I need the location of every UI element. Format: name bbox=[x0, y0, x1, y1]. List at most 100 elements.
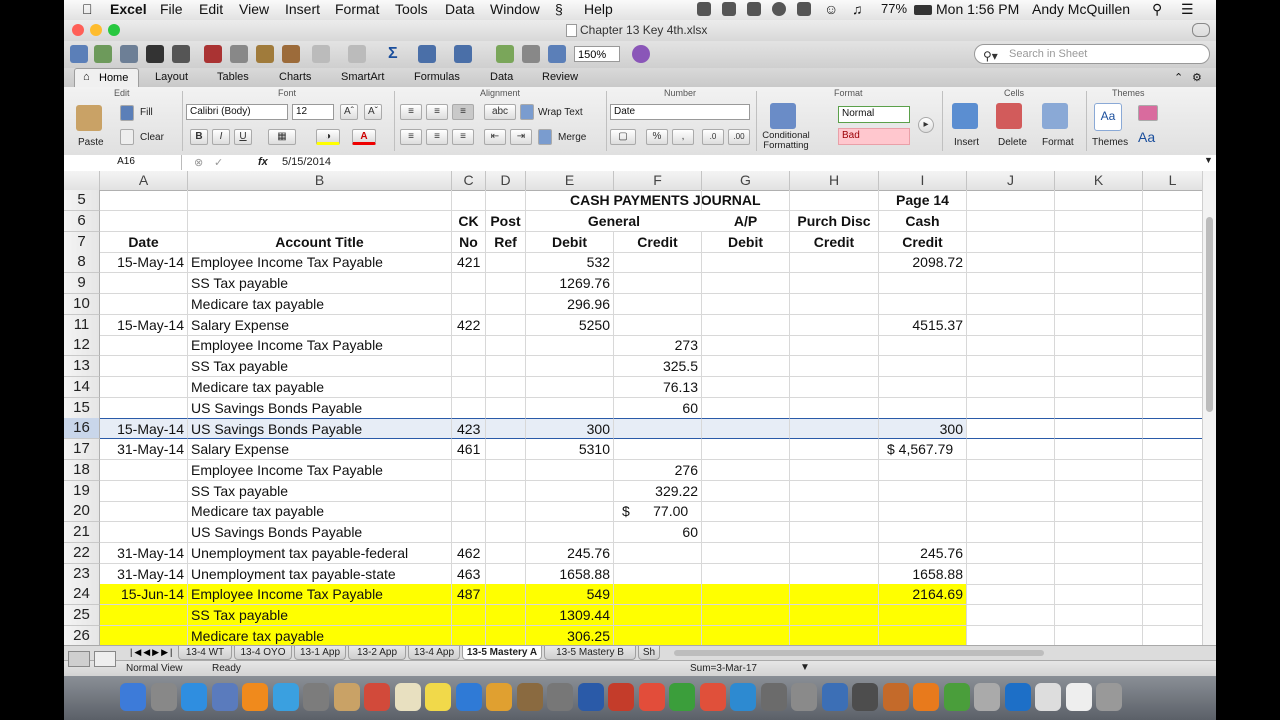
cell-B19[interactable]: SS Tax payable bbox=[188, 480, 452, 502]
undo-icon[interactable] bbox=[312, 45, 330, 63]
close-window-button[interactable] bbox=[72, 24, 84, 36]
cell-E12[interactable] bbox=[526, 335, 614, 357]
menu-view[interactable]: View bbox=[239, 1, 269, 17]
row-header[interactable]: 8 bbox=[64, 252, 100, 274]
insert-cells-icon[interactable] bbox=[952, 103, 978, 129]
styles-more-button[interactable]: ▸ bbox=[918, 117, 934, 133]
cell-B5[interactable] bbox=[188, 190, 452, 211]
cell-L6[interactable] bbox=[1143, 210, 1203, 232]
cell-D20[interactable] bbox=[486, 501, 526, 523]
row-header[interactable]: 24 bbox=[64, 584, 100, 606]
cell-J20[interactable] bbox=[967, 501, 1055, 523]
sheet-tab[interactable]: 13-4 WT bbox=[178, 646, 232, 660]
screenshot-icon[interactable] bbox=[821, 683, 848, 711]
formula-input[interactable]: 5/15/2014 bbox=[282, 156, 331, 168]
cell-J14[interactable] bbox=[967, 376, 1055, 398]
cell-C8[interactable]: 421 bbox=[452, 252, 486, 274]
cell-D22[interactable] bbox=[486, 542, 526, 564]
align-top-button[interactable]: ≡ bbox=[400, 104, 422, 120]
app-menu[interactable]: Excel bbox=[110, 1, 147, 17]
cell-B22[interactable]: Unemployment tax payable-federal bbox=[188, 542, 452, 564]
battery-icon[interactable] bbox=[914, 5, 932, 15]
cell-E19[interactable] bbox=[526, 480, 614, 502]
cell-E11[interactable]: 5250 bbox=[526, 314, 614, 336]
column-header[interactable]: C bbox=[452, 171, 486, 190]
cell-F5[interactable] bbox=[614, 190, 702, 211]
new-workbook-icon[interactable] bbox=[70, 45, 88, 63]
cell-F23[interactable] bbox=[614, 563, 702, 585]
sheet-tab[interactable]: 13-5 Mastery B bbox=[544, 646, 636, 660]
cell-B15[interactable]: US Savings Bonds Payable bbox=[188, 397, 452, 419]
cell-B9[interactable]: SS Tax payable bbox=[188, 273, 452, 294]
menu-file[interactable]: File bbox=[160, 1, 183, 17]
cell-F17[interactable] bbox=[614, 439, 702, 460]
number-format-icon[interactable]: ▢ bbox=[610, 129, 636, 145]
user-name[interactable]: Andy McQuillen bbox=[1032, 1, 1130, 17]
insert-function-icon[interactable]: fx bbox=[258, 156, 268, 168]
comma-style-button[interactable]: , bbox=[672, 129, 694, 145]
row-header[interactable]: 6 bbox=[64, 210, 100, 232]
cell-A10[interactable] bbox=[100, 293, 188, 315]
tab-smartart[interactable]: SmartArt bbox=[341, 71, 384, 83]
cell-K9[interactable] bbox=[1055, 273, 1143, 294]
clear-icon[interactable] bbox=[120, 129, 134, 145]
cell-G13[interactable] bbox=[702, 356, 790, 377]
menu-help[interactable]: Help bbox=[584, 1, 613, 17]
cell-J22[interactable] bbox=[967, 542, 1055, 564]
row-header[interactable]: 13 bbox=[64, 356, 100, 377]
cell-D12[interactable] bbox=[486, 335, 526, 357]
cell-F25[interactable] bbox=[614, 605, 702, 626]
cell-A12[interactable] bbox=[100, 335, 188, 357]
cell-E23[interactable]: 1658.88 bbox=[526, 563, 614, 585]
cell-G21[interactable] bbox=[702, 522, 790, 543]
cell-L5[interactable] bbox=[1143, 190, 1203, 211]
folder-icon[interactable] bbox=[1065, 683, 1092, 711]
cell-G12[interactable] bbox=[702, 335, 790, 357]
column-header[interactable]: F bbox=[614, 171, 702, 190]
trash-icon[interactable] bbox=[1096, 683, 1122, 711]
cell-G15[interactable] bbox=[702, 397, 790, 419]
cell-D10[interactable] bbox=[486, 293, 526, 315]
cell-G19[interactable] bbox=[702, 480, 790, 502]
cell-F12[interactable]: 273 bbox=[614, 335, 702, 357]
cell-C5[interactable] bbox=[452, 190, 486, 211]
stickies-icon[interactable] bbox=[425, 683, 451, 711]
align-bottom-button[interactable]: ≡ bbox=[452, 104, 474, 120]
column-header[interactable]: I bbox=[879, 171, 967, 190]
align-right-button[interactable]: ≡ bbox=[452, 129, 474, 145]
app-store-icon[interactable] bbox=[181, 683, 207, 711]
cell-G24[interactable] bbox=[702, 584, 790, 606]
cell-J25[interactable] bbox=[967, 605, 1055, 626]
cell-B7[interactable]: Account Title bbox=[188, 231, 452, 253]
cell-I7[interactable]: Credit bbox=[879, 231, 967, 253]
cell-L15[interactable] bbox=[1143, 397, 1203, 419]
word-icon[interactable] bbox=[577, 683, 604, 711]
cell-E6[interactable]: General bbox=[526, 211, 702, 232]
column-header[interactable]: K bbox=[1055, 171, 1143, 190]
cell-H21[interactable] bbox=[790, 522, 879, 543]
align-center-button[interactable]: ≡ bbox=[426, 129, 448, 145]
office-icon[interactable] bbox=[699, 683, 726, 711]
increase-font-button[interactable]: Aˆ bbox=[340, 104, 358, 120]
cell-D15[interactable] bbox=[486, 397, 526, 419]
menu-format[interactable]: Format bbox=[335, 1, 379, 17]
tab-data[interactable]: Data bbox=[490, 71, 513, 83]
cell-G26[interactable] bbox=[702, 625, 790, 645]
cell-J17[interactable] bbox=[967, 439, 1055, 460]
cell-C11[interactable]: 422 bbox=[452, 314, 486, 336]
row-header[interactable]: 19 bbox=[64, 480, 100, 502]
cell-H23[interactable] bbox=[790, 563, 879, 585]
cell-F21[interactable]: 60 bbox=[614, 522, 702, 543]
cell-C24[interactable]: 487 bbox=[452, 584, 486, 606]
row-header[interactable]: 23 bbox=[64, 563, 100, 585]
print-icon[interactable] bbox=[172, 45, 190, 63]
vlc-icon[interactable] bbox=[242, 683, 268, 711]
cell-J24[interactable] bbox=[967, 584, 1055, 606]
cell-C17[interactable]: 461 bbox=[452, 439, 486, 460]
increase-indent-button[interactable]: ⇥ bbox=[510, 129, 532, 145]
row-header[interactable]: 20 bbox=[64, 501, 100, 523]
cell-I16[interactable]: 300 bbox=[879, 418, 967, 440]
insert-button[interactable]: Insert bbox=[954, 137, 979, 148]
cell-I6[interactable]: Cash bbox=[879, 210, 967, 232]
help-icon[interactable] bbox=[632, 45, 650, 63]
